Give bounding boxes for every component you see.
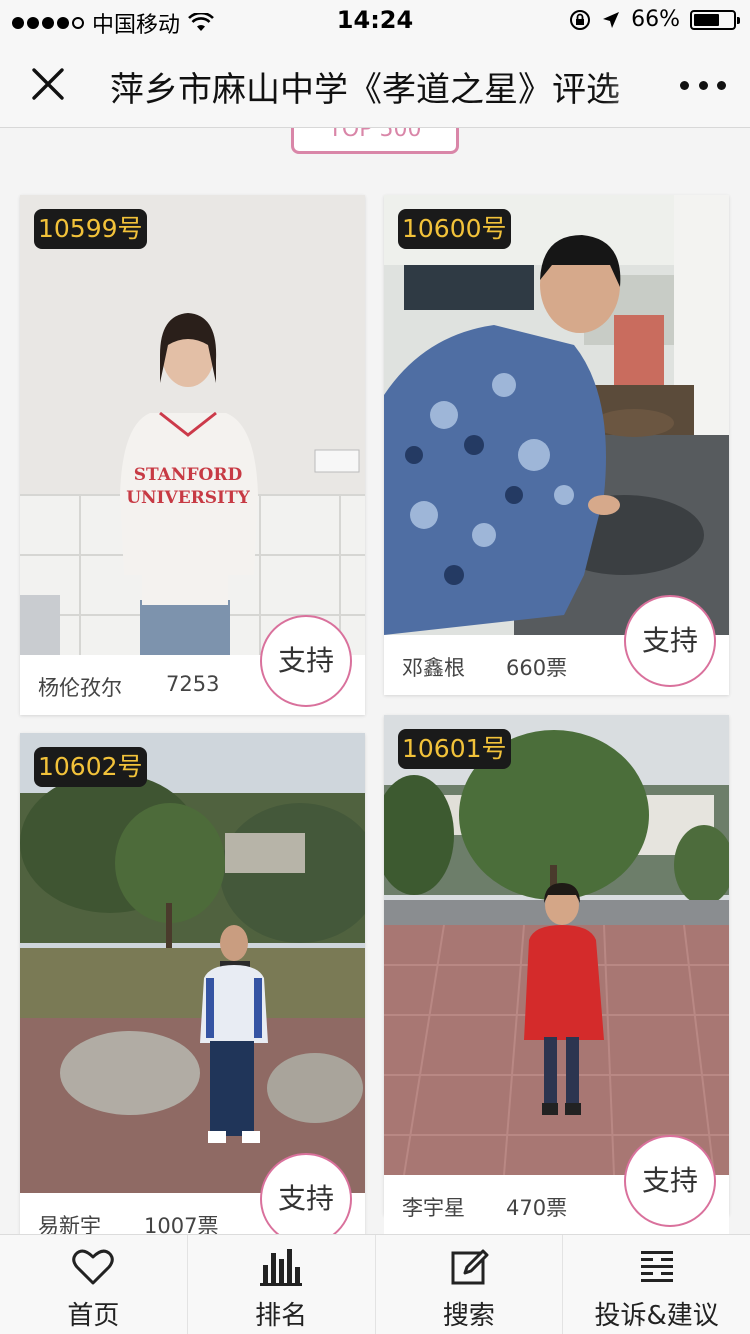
close-button[interactable] <box>22 58 74 110</box>
candidate-name: 李宇星 <box>402 1196 465 1220</box>
support-button[interactable]: 支持 <box>624 1135 716 1227</box>
candidate-name: 邓鑫根 <box>402 656 465 680</box>
battery-icon <box>690 9 740 30</box>
candidate-name: 易新宇 <box>38 1214 101 1234</box>
candidate-photo: 10602号 <box>20 733 365 1193</box>
candidate-photo: 10600号 <box>384 195 729 635</box>
close-icon <box>32 68 64 100</box>
candidate-photo: 10601号 <box>384 715 729 1175</box>
top-ribbon: TOP 500 <box>291 128 459 154</box>
candidate-list: TOP 500 STANFORD UNIVERSITY 10599号 杨伦孜尔 … <box>0 128 750 1234</box>
rotation-lock-icon <box>570 9 591 30</box>
candidate-name: 杨伦孜尔 <box>38 676 122 700</box>
support-button[interactable]: 支持 <box>260 1153 352 1234</box>
edit-icon <box>445 1245 493 1289</box>
support-button[interactable]: 支持 <box>260 615 352 707</box>
svg-text:STANFORD: STANFORD <box>134 465 243 485</box>
candidate-votes: 1007票 <box>144 1214 219 1234</box>
candidate-number-badge: 10599号 <box>34 209 147 249</box>
tab-label: 搜索 <box>442 1301 495 1331</box>
support-button[interactable]: 支持 <box>624 595 716 687</box>
candidate-card[interactable]: 10600号 邓鑫根 660票 支持 <box>384 195 729 695</box>
more-button[interactable] <box>680 70 726 100</box>
candidate-card[interactable]: 10601号 李宇星 470票 支持 <box>384 715 729 1234</box>
heart-icon <box>69 1245 117 1289</box>
candidate-votes: 660票 <box>506 656 568 680</box>
bar-chart-icon <box>257 1245 305 1289</box>
battery-percent: 66% <box>631 7 680 32</box>
candidate-votes: 470票 <box>506 1196 568 1220</box>
tab-search[interactable]: 搜索 <box>374 1235 563 1334</box>
tab-label: 投诉&建议 <box>594 1301 719 1331</box>
candidate-photo: STANFORD UNIVERSITY 10599号 <box>20 195 365 655</box>
svg-text:UNIVERSITY: UNIVERSITY <box>126 488 250 508</box>
bottom-tab-bar: 首页 排名 搜索 投诉&建议 <box>0 1234 750 1334</box>
menu-lines-icon <box>633 1245 681 1289</box>
status-bar: 中国移动 14:24 66% <box>0 0 750 40</box>
candidate-card[interactable]: STANFORD UNIVERSITY 10599号 杨伦孜尔 7253 支持 <box>20 195 365 715</box>
nav-bar: 萍乡市麻山中学《孝道之星》评选 <box>0 40 750 128</box>
tab-feedback[interactable]: 投诉&建议 <box>562 1235 750 1334</box>
tab-ranking[interactable]: 排名 <box>186 1235 375 1334</box>
candidate-number-badge: 10602号 <box>34 747 147 787</box>
candidate-number-badge: 10600号 <box>398 209 511 249</box>
location-arrow-icon <box>603 11 620 28</box>
candidate-number-badge: 10601号 <box>398 729 511 769</box>
tab-home[interactable]: 首页 <box>0 1235 187 1334</box>
status-right: 66% <box>569 7 740 32</box>
tab-label: 首页 <box>67 1301 120 1331</box>
page-title: 萍乡市麻山中学《孝道之星》评选 <box>110 70 620 110</box>
candidate-card[interactable]: 10602号 易新宇 1007票 支持 <box>20 733 365 1234</box>
tab-label: 排名 <box>255 1301 308 1331</box>
candidate-votes: 7253 <box>166 672 220 696</box>
